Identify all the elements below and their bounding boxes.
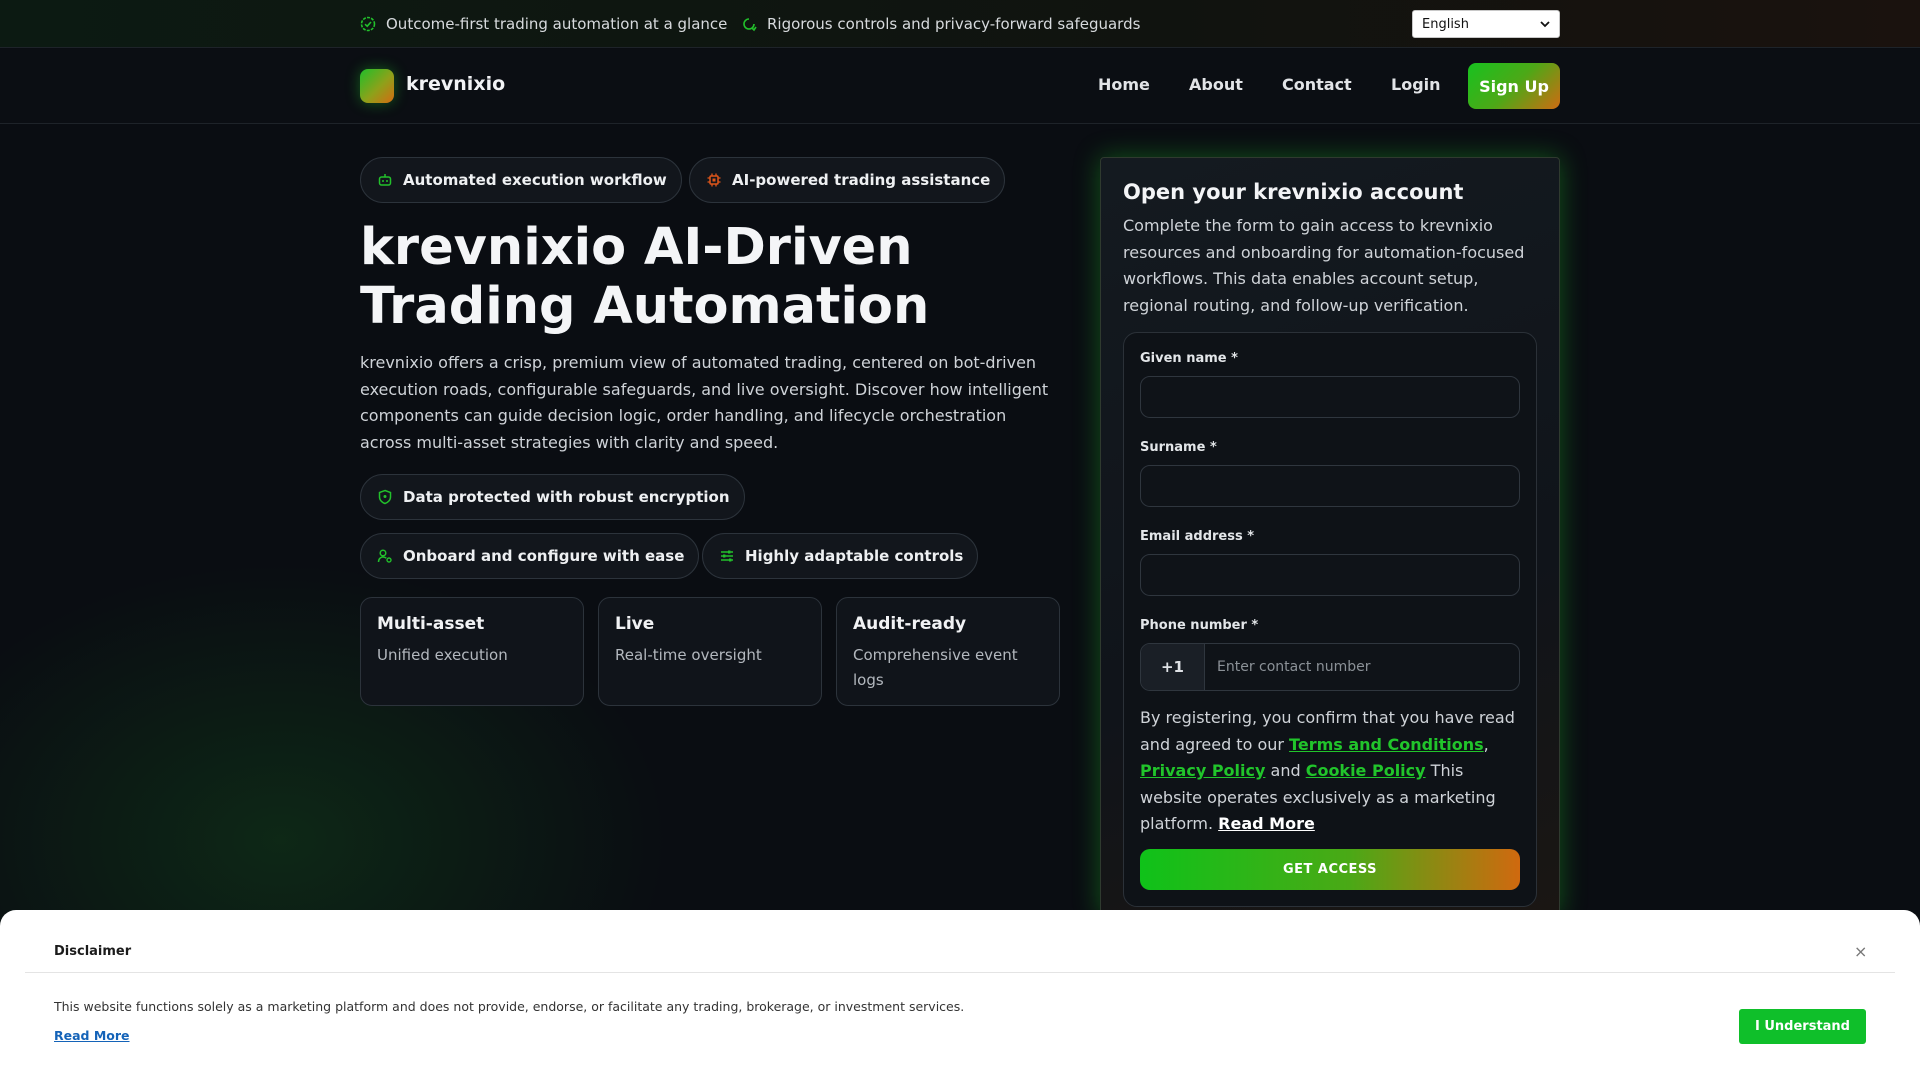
disclaimer-banner: Disclaimer × This website functions sole… (0, 910, 1920, 1080)
pill-label: AI-powered trading assistance (732, 171, 991, 189)
nav-link-login[interactable]: Login (1391, 75, 1441, 94)
pill-ai-assistance: AI-powered trading assistance (689, 157, 1006, 203)
consent-text: By registering, you confirm that you hav… (1140, 708, 1515, 833)
stat-subtitle: Real-time oversight (615, 646, 762, 664)
feature-label: Data protected with robust encryption (403, 488, 730, 506)
feature-onboard: Onboard and configure with ease (360, 533, 700, 579)
stat-subtitle: Comprehensive event logs (853, 646, 1018, 689)
registration-form-card: Open your krevnixio account Complete the… (1100, 157, 1560, 917)
nav-link-contact[interactable]: Contact (1282, 75, 1352, 94)
main-navigation: krevnixio Home About Contact Login Sign … (0, 49, 1920, 124)
check-circle-icon (360, 16, 376, 32)
language-select[interactable]: English (1412, 10, 1560, 38)
stat-title: Multi-asset (377, 614, 485, 634)
disclaimer-read-more-link[interactable]: Read More (54, 1028, 130, 1043)
email-input[interactable] (1140, 554, 1520, 596)
robot-icon (378, 174, 392, 186)
surname-label: Surname * (1140, 440, 1217, 455)
disclaimer-text: This website functions solely as a marke… (54, 999, 965, 1014)
feature-label: Highly adaptable controls (745, 547, 964, 565)
surname-input[interactable] (1140, 465, 1520, 507)
hero-title: krevnixio AI-Driven Trading Automation (360, 218, 930, 336)
language-select-value: English (1422, 16, 1469, 32)
phone-label: Phone number * (1140, 618, 1259, 633)
stat-title: Live (615, 614, 655, 634)
stat-subtitle: Unified execution (377, 646, 508, 664)
given-name-label: Given name * (1140, 351, 1238, 366)
given-name-input[interactable] (1140, 376, 1520, 418)
email-label: Email address * (1140, 529, 1255, 544)
stat-card-multi-asset: Multi-asset Unified execution (360, 597, 584, 706)
pill-label: Automated execution workflow (403, 171, 667, 189)
terms-link[interactable]: Terms and Conditions (1289, 735, 1484, 754)
topbar-item-controls: Rigorous controls and privacy-forward sa… (741, 0, 1140, 48)
consent-and: and (1265, 761, 1306, 780)
nav-link-about[interactable]: About (1189, 75, 1243, 94)
signup-button[interactable]: Sign Up (1468, 63, 1560, 109)
privacy-link[interactable]: Privacy Policy (1140, 761, 1265, 780)
disclaimer-title: Disclaimer (54, 944, 132, 959)
i-understand-button[interactable]: I Understand (1739, 1009, 1866, 1044)
registration-form: Given name * Surname * Email address * P… (1123, 332, 1537, 907)
form-subtitle: Complete the form to gain access to krev… (1123, 216, 1525, 315)
nav-link-home[interactable]: Home (1098, 75, 1150, 94)
disclaimer-divider (25, 972, 1895, 973)
feature-controls: Highly adaptable controls (702, 533, 979, 579)
brand-name[interactable]: krevnixio (406, 73, 505, 95)
close-icon[interactable]: × (1854, 942, 1867, 961)
topbar-item-label: Outcome-first trading automation at a gl… (386, 15, 728, 33)
phone-input[interactable]: Enter contact number (1205, 644, 1519, 690)
stat-card-live: Live Real-time oversight (598, 597, 822, 706)
cookie-link[interactable]: Cookie Policy (1306, 761, 1426, 780)
stat-card-audit-ready: Audit-ready Comprehensive event logs (836, 597, 1060, 706)
get-access-button[interactable]: GET ACCESS (1140, 849, 1520, 890)
form-title: Open your krevnixio account (1123, 180, 1464, 204)
chip-icon (707, 173, 721, 187)
top-info-bar: Outcome-first trading automation at a gl… (0, 0, 1920, 48)
topbar-item-outcome: Outcome-first trading automation at a gl… (360, 0, 727, 48)
topbar-item-label: Rigorous controls and privacy-forward sa… (767, 15, 1141, 33)
sliders-icon (721, 550, 733, 562)
shield-icon (378, 489, 392, 505)
refresh-shield-icon (743, 18, 757, 32)
hero-description: krevnixio offers a crisp, premium view o… (360, 353, 1049, 452)
feature-encryption: Data protected with robust encryption (360, 474, 745, 520)
brand-logo-icon[interactable] (360, 69, 394, 103)
user-settings-icon (377, 549, 392, 563)
pill-automated-workflow: Automated execution workflow (360, 157, 682, 203)
phone-country-code[interactable]: +1 (1141, 644, 1205, 690)
stat-title: Audit-ready (853, 614, 967, 634)
chevron-down-icon (1540, 21, 1550, 28)
feature-label: Onboard and configure with ease (403, 547, 685, 565)
read-more-link[interactable]: Read More (1218, 814, 1315, 833)
phone-field: +1 Enter contact number (1140, 643, 1520, 691)
